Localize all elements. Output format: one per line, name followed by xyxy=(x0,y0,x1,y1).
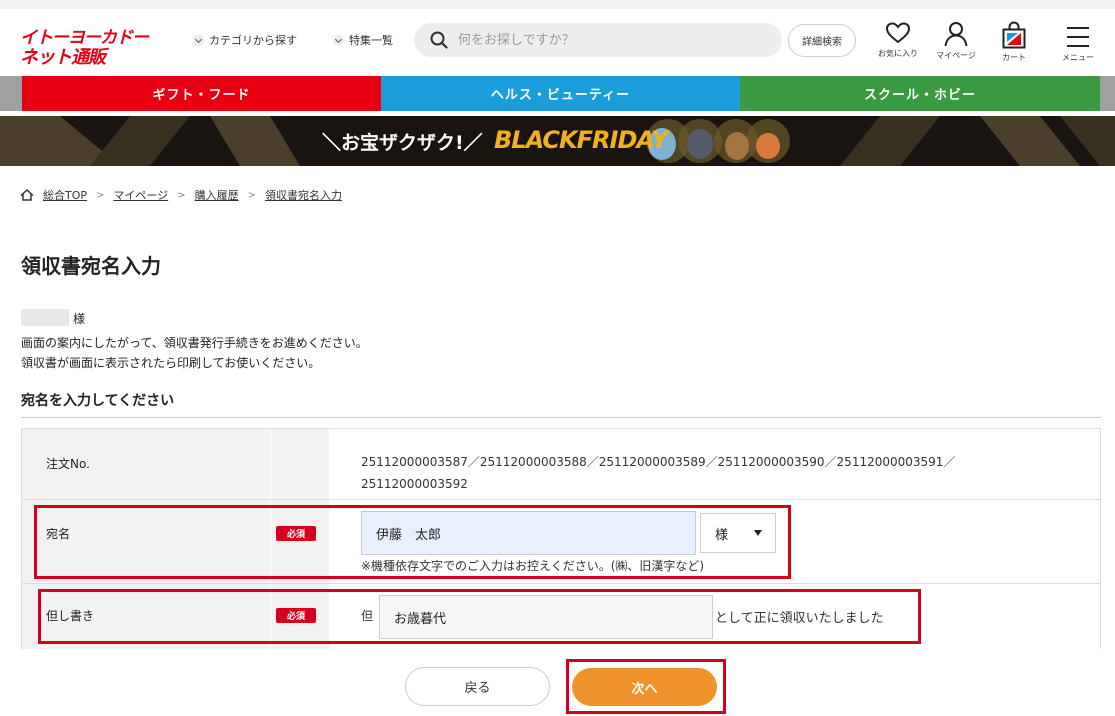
category-health-beauty[interactable]: ヘルス・ビューティー xyxy=(381,76,740,111)
breadcrumb-history[interactable]: 購入履歴 xyxy=(195,187,239,203)
mypage-link[interactable]: マイページ xyxy=(931,21,981,61)
highlight-addressee xyxy=(34,505,791,579)
order-numbers: 25112000003587／25112000003588／2511200000… xyxy=(361,455,956,491)
cart-icon xyxy=(1002,21,1026,49)
order-number-row: 注文No. 25112000003587／25112000003588／2511… xyxy=(22,429,1100,499)
bear-icon xyxy=(725,132,749,160)
breadcrumb-mypage[interactable]: マイページ xyxy=(113,187,168,203)
divider xyxy=(21,417,1101,418)
fox-icon xyxy=(756,133,780,159)
breadcrumb-top[interactable]: 総合TOP xyxy=(43,187,87,203)
breadcrumb: 総合TOP > マイページ > 購入履歴 > 領収書宛名入力 xyxy=(20,187,342,203)
menu-icon xyxy=(1067,27,1089,47)
user-icon xyxy=(944,22,968,47)
nav-category[interactable]: カテゴリから探す xyxy=(193,32,297,48)
top-strip xyxy=(0,0,1115,9)
chevron-down-icon xyxy=(193,34,204,46)
category-bar: ギフト・フード ヘルス・ビューティー スクール・ホビー xyxy=(0,76,1115,111)
black-friday-banner[interactable]: ＼お宝ザクザク!／ BLACKFRIDAY xyxy=(0,116,1115,166)
search-box[interactable] xyxy=(414,23,782,57)
menu-button[interactable]: メニュー xyxy=(1053,21,1103,63)
section-title: 宛名を入力してください xyxy=(21,393,175,409)
highlight-proviso xyxy=(38,589,921,644)
site-header: イトーヨーカドー ネット通販 カテゴリから探す 特集一覧 詳細検索 お気に入り … xyxy=(0,9,1115,76)
category-gift-food[interactable]: ギフト・フード xyxy=(22,76,381,111)
chevron-right-icon: > xyxy=(177,189,186,201)
page-title: 領収書宛名入力 xyxy=(21,254,161,278)
mascot-icon xyxy=(687,129,713,159)
chevron-right-icon: > xyxy=(96,189,105,201)
back-button[interactable]: 戻る xyxy=(405,667,550,706)
chevron-right-icon: > xyxy=(247,189,256,201)
favorites-link[interactable]: お気に入り xyxy=(873,21,923,59)
search-input[interactable] xyxy=(458,32,758,48)
search-icon xyxy=(430,31,448,49)
breadcrumb-current[interactable]: 領収書宛名入力 xyxy=(265,187,342,203)
advanced-search-button[interactable]: 詳細検索 xyxy=(788,24,856,57)
chevron-down-icon xyxy=(333,34,344,46)
order-number-label: 注文No. xyxy=(22,429,270,499)
intro-text: 画面の案内にしたがって、領収書発行手続きをお進めください。 領収書が画面に表示さ… xyxy=(21,336,368,370)
nav-features[interactable]: 特集一覧 xyxy=(333,32,393,48)
category-school-hobby[interactable]: スクール・ホビー xyxy=(740,76,1100,111)
heart-icon xyxy=(885,22,911,44)
customer-suffix: 様 xyxy=(73,312,86,326)
site-logo[interactable]: イトーヨーカドー ネット通販 xyxy=(20,23,149,68)
cart-link[interactable]: カート xyxy=(989,21,1039,63)
customer-name-redacted xyxy=(21,309,69,326)
next-button[interactable]: 次へ xyxy=(572,668,717,706)
home-icon xyxy=(20,189,34,201)
